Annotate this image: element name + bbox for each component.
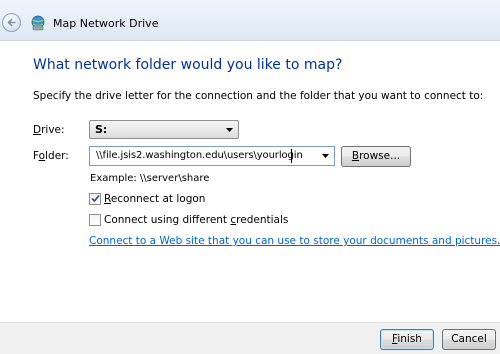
finish-button-rest: inish [397, 333, 422, 345]
browse-button[interactable]: Browse... [341, 146, 411, 167]
cancel-button[interactable]: Cancel [442, 329, 496, 350]
window-title: Map Network Drive [53, 17, 159, 30]
folder-input-value: \\file.jsis2.washington.edu\users\yourlo… [96, 150, 303, 161]
chevron-down-icon [226, 128, 233, 132]
back-arrow-icon [7, 18, 16, 27]
reconnect-checkbox[interactable] [89, 193, 101, 205]
browse-button-accel: B [351, 150, 360, 162]
browse-button-rest: rowse... [359, 150, 401, 162]
title-bar: Map Network Drive [0, 0, 500, 41]
web-site-link[interactable]: Connect to a Web site that you can use t… [89, 235, 497, 247]
credentials-label[interactable]: Connect using different credentials [104, 214, 288, 226]
drive-select[interactable]: S: [89, 120, 239, 139]
reconnect-label-accel: R [104, 193, 111, 205]
network-drive-icon [31, 15, 45, 31]
text-caret [291, 149, 292, 163]
back-button[interactable] [2, 13, 21, 32]
credentials-label-pre: Connect using different [104, 214, 231, 226]
drive-label-rest: rive: [41, 124, 65, 136]
checkmark-icon [91, 194, 100, 203]
reconnect-label[interactable]: Reconnect at logon [104, 193, 205, 205]
folder-input[interactable]: \\file.jsis2.washington.edu\users\yourlo… [89, 146, 335, 166]
page-heading: What network folder would you like to ma… [33, 57, 343, 73]
example-text: Example: \\server\share [90, 173, 210, 184]
drive-label-accel: D [33, 124, 42, 136]
finish-button[interactable]: Finish [380, 329, 434, 350]
reconnect-label-rest: econnect at logon [110, 193, 206, 205]
instructions-text: Specify the drive letter for the connect… [33, 90, 484, 102]
chevron-down-icon[interactable] [322, 154, 329, 158]
credentials-label-rest: redentials [236, 214, 289, 226]
folder-label-rest: lder: [45, 150, 69, 162]
drive-select-value: S: [95, 123, 108, 136]
folder-label: Folder: [33, 150, 69, 162]
credentials-checkbox[interactable] [89, 214, 101, 226]
web-site-link-row: Connect to a Web site that you can use t… [89, 235, 500, 247]
drive-label: Drive: [33, 124, 65, 136]
dialog-footer: Finish Cancel [0, 322, 500, 354]
